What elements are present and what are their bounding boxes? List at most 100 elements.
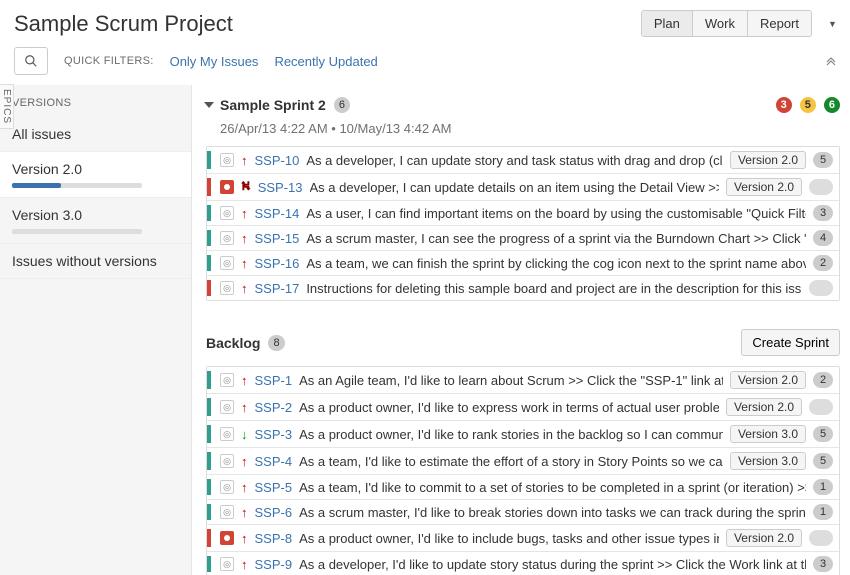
estimate-pill: 4 bbox=[813, 230, 833, 246]
issue-summary: As a developer, I can update story and t… bbox=[306, 153, 723, 168]
report-button[interactable]: Report bbox=[748, 11, 811, 36]
issue-summary: As a team, I'd like to commit to a set o… bbox=[299, 480, 806, 495]
priority-icon: ↑ bbox=[241, 206, 248, 221]
issue-key-link[interactable]: SSP-6 bbox=[255, 505, 293, 520]
version-progress bbox=[12, 229, 142, 234]
issue-stripe bbox=[207, 398, 211, 416]
issue-key-link[interactable]: SSP-17 bbox=[255, 281, 300, 296]
issue-row[interactable]: ◎↓SSP-3As a product owner, I'd like to r… bbox=[207, 421, 839, 448]
story-icon: ◎ bbox=[220, 557, 234, 571]
sidebar-item-label: Version 2.0 bbox=[12, 161, 179, 177]
issue-stripe bbox=[207, 230, 211, 246]
story-icon: ◎ bbox=[220, 231, 234, 245]
issue-key-link[interactable]: SSP-15 bbox=[255, 231, 300, 246]
issue-summary: As a product owner, I'd like to express … bbox=[299, 400, 719, 415]
issue-stripe bbox=[207, 280, 211, 296]
issue-stripe bbox=[207, 205, 211, 221]
estimate-pill bbox=[809, 280, 833, 296]
versions-sidebar: VERSIONS All issuesVersion 2.0Version 3.… bbox=[0, 85, 192, 575]
issue-key-link[interactable]: SSP-16 bbox=[255, 256, 300, 271]
issue-stripe bbox=[207, 371, 211, 389]
priority-icon: ↑ bbox=[241, 557, 248, 572]
version-tag[interactable]: Version 3.0 bbox=[730, 452, 806, 470]
priority-icon: ↑ bbox=[241, 231, 248, 246]
issue-row[interactable]: ◎↑SSP-17Instructions for deleting this s… bbox=[207, 276, 839, 300]
chevron-double-icon bbox=[826, 56, 836, 66]
issue-row[interactable]: ◎↑SSP-10As a developer, I can update sto… bbox=[207, 147, 839, 174]
status-inprogress-count: 5 bbox=[800, 97, 816, 113]
create-sprint-button[interactable]: Create Sprint bbox=[741, 329, 840, 356]
issue-stripe bbox=[207, 504, 211, 520]
issue-row[interactable]: ◎↑SSP-15As a scrum master, I can see the… bbox=[207, 226, 839, 251]
issue-stripe bbox=[207, 255, 211, 271]
sprint-dates: 26/Apr/13 4:22 AM • 10/May/13 4:42 AM bbox=[206, 117, 840, 146]
sprint-collapse-toggle[interactable] bbox=[204, 102, 214, 108]
sidebar-item-3[interactable]: Issues without versions bbox=[0, 244, 191, 279]
issue-row[interactable]: ◎↑SSP-14As a user, I can find important … bbox=[207, 201, 839, 226]
estimate-pill: 5 bbox=[813, 152, 833, 168]
estimate-pill bbox=[809, 399, 833, 415]
status-todo-count: 3 bbox=[776, 97, 792, 113]
expand-toggle[interactable] bbox=[826, 56, 836, 66]
settings-button[interactable]: ▼ bbox=[820, 16, 836, 32]
plan-button[interactable]: Plan bbox=[642, 11, 693, 36]
issue-stripe bbox=[207, 479, 211, 495]
filter-recently-updated[interactable]: Recently Updated bbox=[274, 54, 377, 69]
issue-row[interactable]: ◎↑SSP-2As a product owner, I'd like to e… bbox=[207, 394, 839, 421]
issue-key-link[interactable]: SSP-9 bbox=[255, 557, 293, 572]
issue-row[interactable]: ◎↑SSP-5As a team, I'd like to commit to … bbox=[207, 475, 839, 500]
estimate-pill: 3 bbox=[813, 556, 833, 572]
priority-icon: ↑ bbox=[241, 400, 248, 415]
issue-row[interactable]: ◎↑SSP-6As a scrum master, I'd like to br… bbox=[207, 500, 839, 525]
search-button[interactable] bbox=[14, 47, 48, 75]
issue-key-link[interactable]: SSP-3 bbox=[255, 427, 293, 442]
priority-icon: ↑ bbox=[241, 373, 248, 388]
issue-key-link[interactable]: SSP-5 bbox=[255, 480, 293, 495]
sidebar-item-1[interactable]: Version 2.0 bbox=[0, 152, 191, 198]
issue-key-link[interactable]: SSP-2 bbox=[255, 400, 293, 415]
sidebar-item-0[interactable]: All issues bbox=[0, 117, 191, 152]
backlog-name: Backlog bbox=[206, 335, 260, 351]
version-tag[interactable]: Version 2.0 bbox=[726, 398, 802, 416]
estimate-pill: 3 bbox=[813, 205, 833, 221]
issue-key-link[interactable]: SSP-8 bbox=[255, 531, 293, 546]
issue-summary: As a product owner, I'd like to rank sto… bbox=[299, 427, 723, 442]
bug-icon bbox=[220, 180, 234, 194]
backlog-issue-count: 8 bbox=[268, 335, 284, 351]
issue-key-link[interactable]: SSP-1 bbox=[255, 373, 293, 388]
issue-summary: Instructions for deleting this sample bo… bbox=[306, 281, 802, 296]
issue-summary: As a scrum master, I'd like to break sto… bbox=[299, 505, 806, 520]
story-icon: ◎ bbox=[220, 281, 234, 295]
issue-row[interactable]: ◎↑SSP-9As a developer, I'd like to updat… bbox=[207, 552, 839, 575]
issue-row[interactable]: ◎↑SSP-16As a team, we can finish the spr… bbox=[207, 251, 839, 276]
version-tag[interactable]: Version 2.0 bbox=[726, 529, 802, 547]
priority-icon: ↑ bbox=[241, 256, 248, 271]
issue-stripe bbox=[207, 529, 211, 547]
bug-icon bbox=[220, 531, 234, 545]
issue-row[interactable]: ⛕SSP-13As a developer, I can update deta… bbox=[207, 174, 839, 201]
issue-key-link[interactable]: SSP-13 bbox=[258, 180, 303, 195]
version-tag[interactable]: Version 2.0 bbox=[730, 151, 806, 169]
issue-row[interactable]: ◎↑SSP-1As an Agile team, I'd like to lea… bbox=[207, 367, 839, 394]
estimate-pill: 1 bbox=[813, 479, 833, 495]
issue-summary: As a developer, I can update details on … bbox=[310, 180, 719, 195]
estimate-pill: 5 bbox=[813, 453, 833, 469]
version-tag[interactable]: Version 2.0 bbox=[730, 371, 806, 389]
estimate-pill bbox=[809, 530, 833, 546]
estimate-pill: 5 bbox=[813, 426, 833, 442]
sidebar-item-2[interactable]: Version 3.0 bbox=[0, 198, 191, 244]
issue-key-link[interactable]: SSP-4 bbox=[255, 454, 293, 469]
issue-key-link[interactable]: SSP-10 bbox=[255, 153, 300, 168]
view-mode-group: Plan Work Report bbox=[641, 10, 812, 37]
issue-row[interactable]: ◎↑SSP-4As a team, I'd like to estimate t… bbox=[207, 448, 839, 475]
version-tag[interactable]: Version 2.0 bbox=[726, 178, 802, 196]
story-icon: ◎ bbox=[220, 505, 234, 519]
filter-only-my-issues[interactable]: Only My Issues bbox=[170, 54, 259, 69]
issue-key-link[interactable]: SSP-14 bbox=[255, 206, 300, 221]
story-icon: ◎ bbox=[220, 373, 234, 387]
version-tag[interactable]: Version 3.0 bbox=[730, 425, 806, 443]
sprint-issue-count: 6 bbox=[334, 97, 350, 113]
issue-row[interactable]: ↑SSP-8As a product owner, I'd like to in… bbox=[207, 525, 839, 552]
sprint-issue-list: ◎ ↑ SSP-10 As a developer, I can update sto… bbox=[206, 146, 840, 301]
work-button[interactable]: Work bbox=[693, 11, 748, 36]
